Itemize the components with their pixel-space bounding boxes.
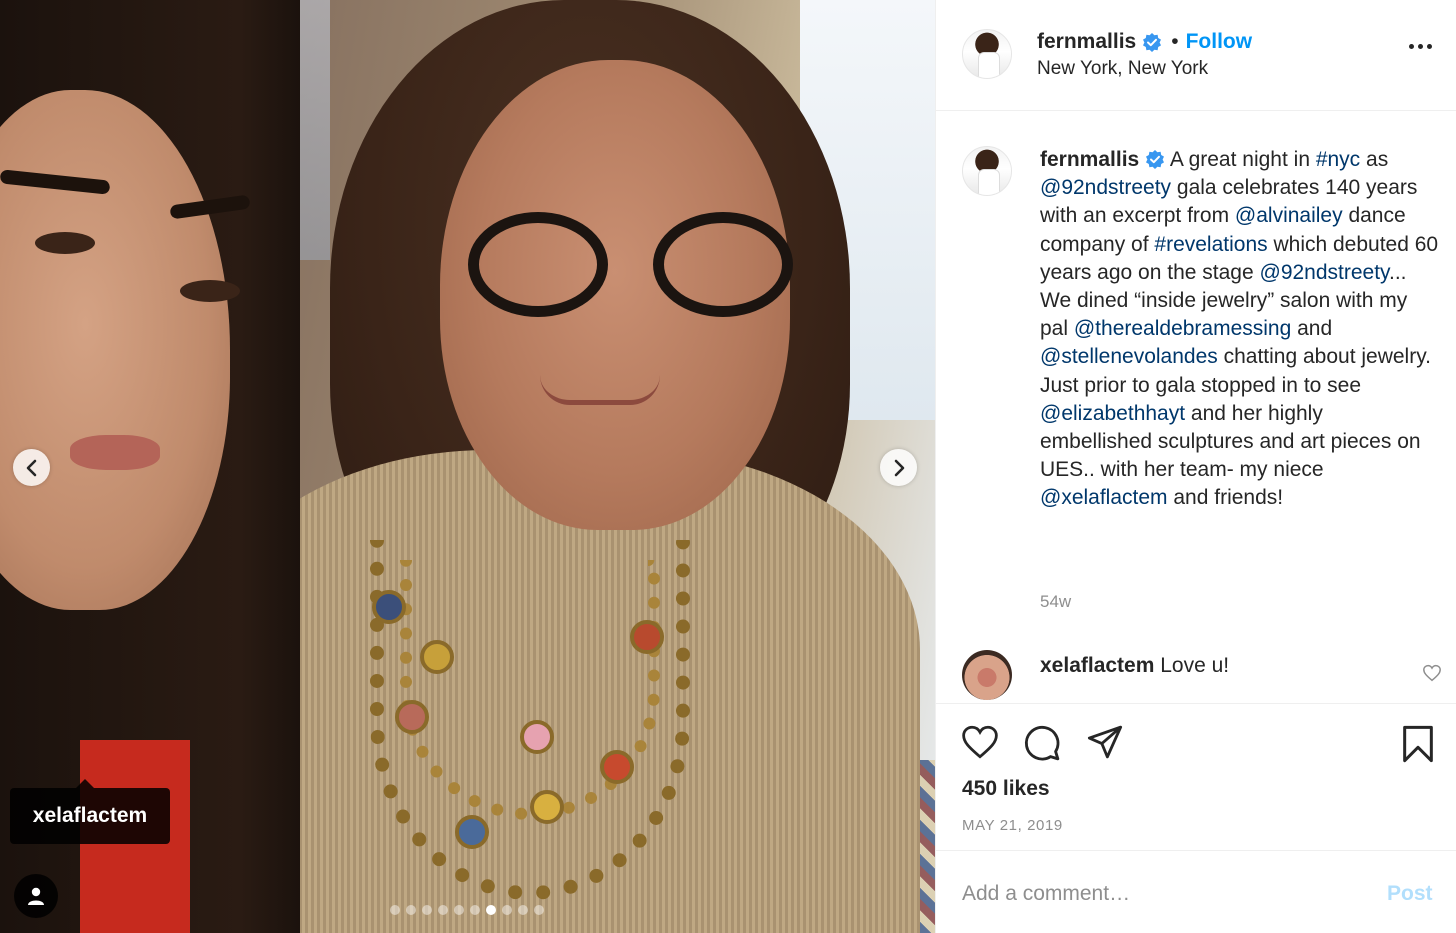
user-tag-label[interactable]: xelaflactem bbox=[10, 779, 170, 844]
carousel-dot bbox=[406, 905, 416, 915]
save-button[interactable] bbox=[1401, 724, 1435, 769]
add-comment-input[interactable] bbox=[962, 882, 1342, 906]
caption-text: fernmallis A great night in #nyc as @92n… bbox=[1040, 146, 1440, 513]
commenter-username[interactable]: xelaflactem bbox=[1040, 654, 1154, 677]
caption-author-avatar[interactable] bbox=[962, 146, 1012, 196]
carousel-dot bbox=[422, 905, 432, 915]
likes-count[interactable]: 450 likes bbox=[962, 777, 1050, 801]
comment-button[interactable] bbox=[1023, 724, 1061, 767]
photo-necklace-medallion bbox=[420, 640, 454, 674]
comment-body: Love u! bbox=[1160, 654, 1230, 677]
post-location[interactable]: New York, New York bbox=[1037, 58, 1208, 80]
more-options-icon bbox=[1409, 44, 1414, 49]
photo-necklace-medallion bbox=[395, 700, 429, 734]
post-date[interactable]: MAY 21, 2019 bbox=[962, 817, 1063, 834]
follow-button[interactable]: Follow bbox=[1186, 30, 1253, 54]
post-comment-button[interactable]: Post bbox=[1387, 882, 1433, 906]
photo-necklace-medallion bbox=[530, 790, 564, 824]
photo-necklace-medallion bbox=[600, 750, 634, 784]
post-photo[interactable]: xelaflactem bbox=[0, 0, 935, 933]
header-separator: • bbox=[1171, 30, 1179, 53]
author-username[interactable]: fernmallis bbox=[1037, 30, 1136, 54]
post-header: fernmallis • Follow New York, New York bbox=[936, 0, 1456, 111]
caption-author-username[interactable]: fernmallis bbox=[1040, 148, 1139, 171]
caption-link[interactable]: @92ndstreety bbox=[1260, 261, 1390, 284]
comment-text: xelaflactem Love u! bbox=[1040, 654, 1229, 678]
caption-link[interactable]: #revelations bbox=[1154, 233, 1267, 256]
comment-icon bbox=[1024, 725, 1060, 761]
carousel-dot bbox=[534, 905, 544, 915]
carousel-dot bbox=[518, 905, 528, 915]
photo-necklace-medallion bbox=[372, 590, 406, 624]
author-line: fernmallis • Follow bbox=[1037, 30, 1252, 54]
heart-icon bbox=[1423, 664, 1441, 682]
caption-link[interactable]: @alvinailey bbox=[1235, 204, 1343, 227]
carousel-prev-button[interactable] bbox=[13, 449, 50, 486]
photo-subject-smile bbox=[540, 375, 660, 405]
verified-badge-icon bbox=[1146, 150, 1165, 169]
tagged-users-button[interactable] bbox=[14, 874, 58, 918]
caption-body: A great night in #nyc as @92ndstreety ga… bbox=[1040, 148, 1444, 509]
carousel-dot bbox=[454, 905, 464, 915]
caption-text-segment: and bbox=[1291, 317, 1339, 341]
share-icon bbox=[1087, 725, 1123, 759]
caption-text-segment: and friends! bbox=[1167, 486, 1284, 510]
caption-text-segment: as bbox=[1360, 148, 1395, 171]
photo-left-eye bbox=[35, 232, 95, 254]
post-side-panel: fernmallis • Follow New York, New York f… bbox=[935, 0, 1456, 933]
comment-like-button[interactable] bbox=[1422, 664, 1442, 687]
photo-subject-glasses bbox=[468, 212, 798, 322]
photo-necklace-medallion bbox=[520, 720, 554, 754]
commenter-avatar[interactable] bbox=[962, 650, 1012, 700]
carousel-dot bbox=[390, 905, 400, 915]
person-icon bbox=[28, 887, 44, 905]
verified-badge-icon bbox=[1143, 33, 1162, 52]
share-button[interactable] bbox=[1086, 724, 1124, 765]
caption-link[interactable]: @elizabethhayt bbox=[1040, 402, 1185, 425]
chevron-left-icon bbox=[26, 459, 36, 476]
comment-row: xelaflactem Love u! bbox=[962, 650, 1442, 700]
more-options-button[interactable] bbox=[1409, 44, 1432, 49]
carousel-dot bbox=[486, 905, 496, 915]
chevron-right-icon bbox=[894, 459, 904, 476]
photo-left-eye bbox=[180, 280, 240, 302]
caption-link[interactable]: @xelaflactem bbox=[1040, 486, 1168, 509]
post-age[interactable]: 54w bbox=[1040, 592, 1071, 612]
photo-necklace-medallion bbox=[630, 620, 664, 654]
carousel-dot bbox=[438, 905, 448, 915]
caption-link[interactable]: @therealdebramessing bbox=[1074, 317, 1291, 340]
photo-left-lips bbox=[70, 435, 160, 470]
carousel-indicator bbox=[390, 905, 544, 915]
caption-link[interactable]: @92ndstreety bbox=[1040, 176, 1171, 199]
carousel-dot bbox=[470, 905, 480, 915]
caption-text-segment: A great night in bbox=[1165, 148, 1316, 171]
like-button[interactable] bbox=[960, 724, 1000, 765]
caption-link[interactable]: #nyc bbox=[1316, 148, 1360, 171]
heart-icon bbox=[962, 725, 998, 759]
author-avatar[interactable] bbox=[962, 29, 1012, 79]
photo-necklace-medallion bbox=[455, 815, 489, 849]
carousel-dot bbox=[502, 905, 512, 915]
post-actions: 450 likes MAY 21, 2019 bbox=[936, 703, 1456, 851]
carousel-next-button[interactable] bbox=[880, 449, 917, 486]
bookmark-icon bbox=[1403, 725, 1433, 763]
caption-link[interactable]: @stellenevolandes bbox=[1040, 345, 1218, 368]
